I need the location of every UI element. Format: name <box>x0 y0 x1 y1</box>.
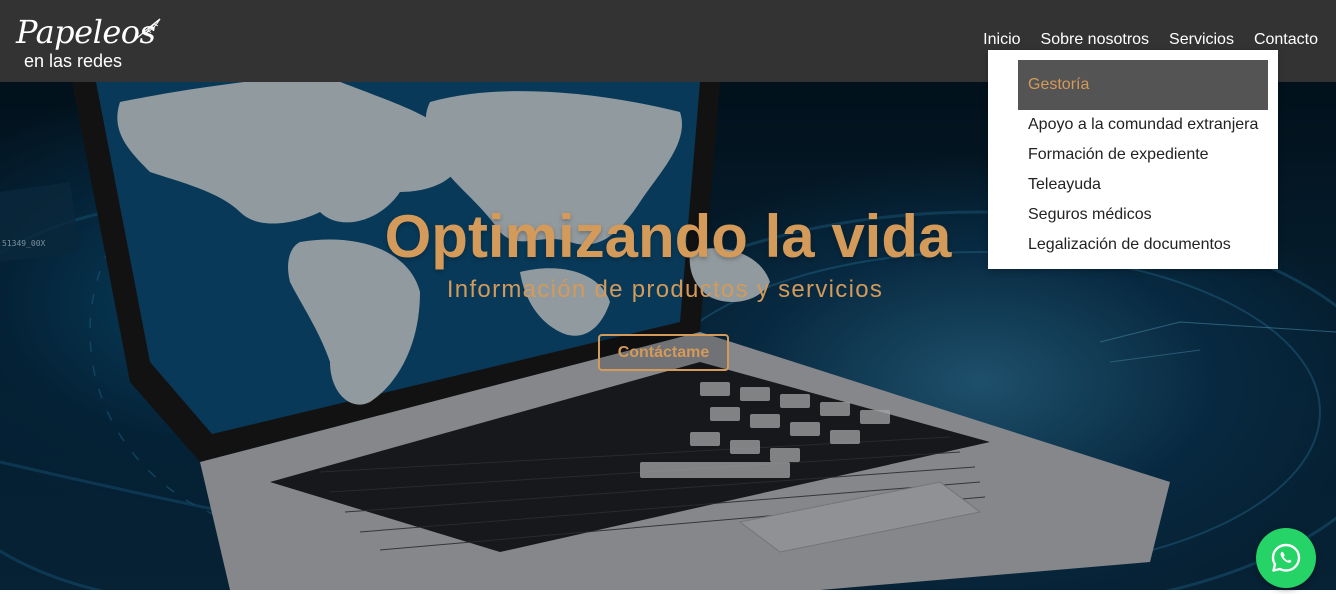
nav-servicios[interactable]: Servicios <box>1169 31 1234 49</box>
dropdown-item-teleayuda[interactable]: Teleayuda <box>1028 175 1101 195</box>
site-logo[interactable]: Papeleos en las redes <box>14 6 174 76</box>
dropdown-item-seguros-medicos[interactable]: Seguros médicos <box>1028 205 1152 225</box>
dropdown-item-gestoria[interactable]: Gestoría <box>1018 60 1268 110</box>
services-dropdown-menu: Gestoría Apoyo a la comundad extranjera … <box>988 50 1278 269</box>
dropdown-item-formacion-expediente[interactable]: Formación de expediente <box>1028 145 1209 165</box>
contact-cta-button[interactable]: Contáctame <box>598 334 729 371</box>
whatsapp-button[interactable] <box>1256 528 1316 588</box>
nav-contacto[interactable]: Contacto <box>1254 31 1318 49</box>
nav-sobre-nosotros[interactable]: Sobre nosotros <box>1041 31 1150 49</box>
whatsapp-icon <box>1271 543 1301 572</box>
logo-subtitle: en las redes <box>24 51 123 71</box>
hero-subtitle: Información de productos y servicios <box>446 276 884 303</box>
page-bottom-edge <box>0 590 1336 594</box>
main-nav: Inicio Sobre nosotros Servicios Contacto <box>963 31 1318 49</box>
dropdown-item-legalizacion[interactable]: Legalización de documentos <box>1028 235 1231 255</box>
feather-icon <box>131 18 161 43</box>
nav-inicio[interactable]: Inicio <box>983 31 1020 49</box>
dropdown-item-apoyo-extranjera[interactable]: Apoyo a la comundad extranjera <box>1028 115 1258 135</box>
